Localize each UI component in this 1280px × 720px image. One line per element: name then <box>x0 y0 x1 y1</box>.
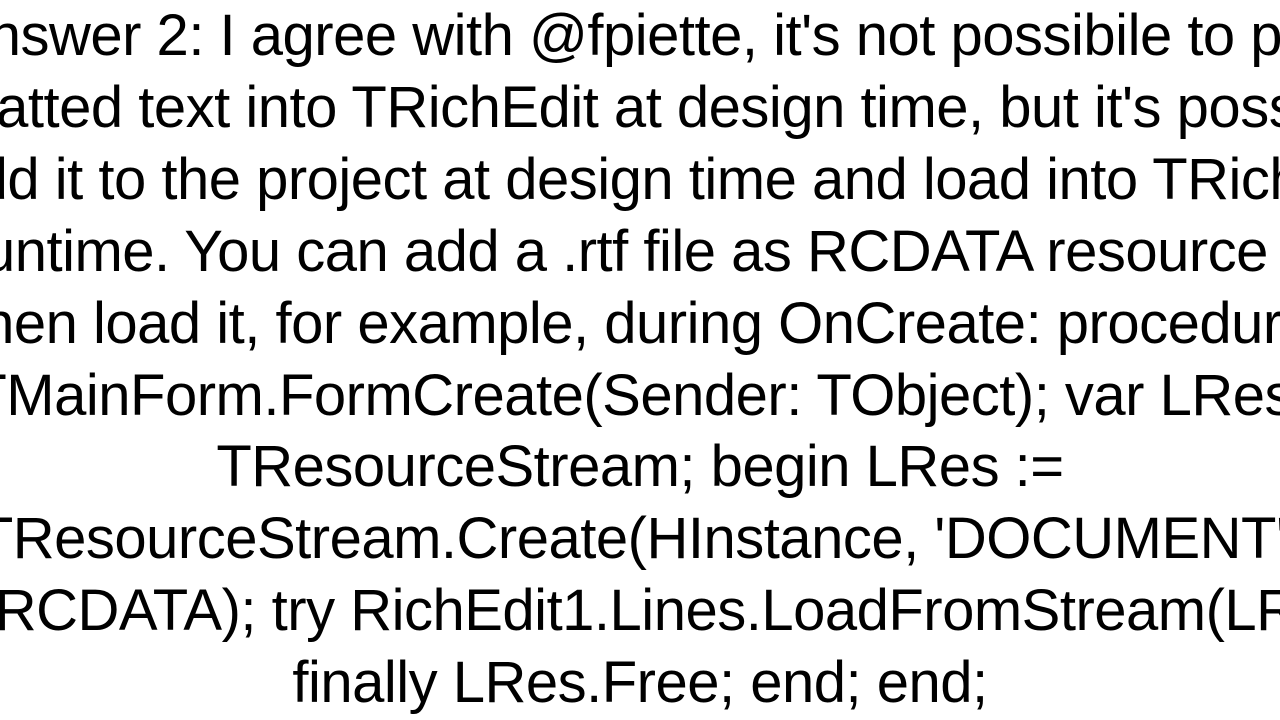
document-text: Answer 2: I agree with @fpiette, it's no… <box>0 0 1280 719</box>
